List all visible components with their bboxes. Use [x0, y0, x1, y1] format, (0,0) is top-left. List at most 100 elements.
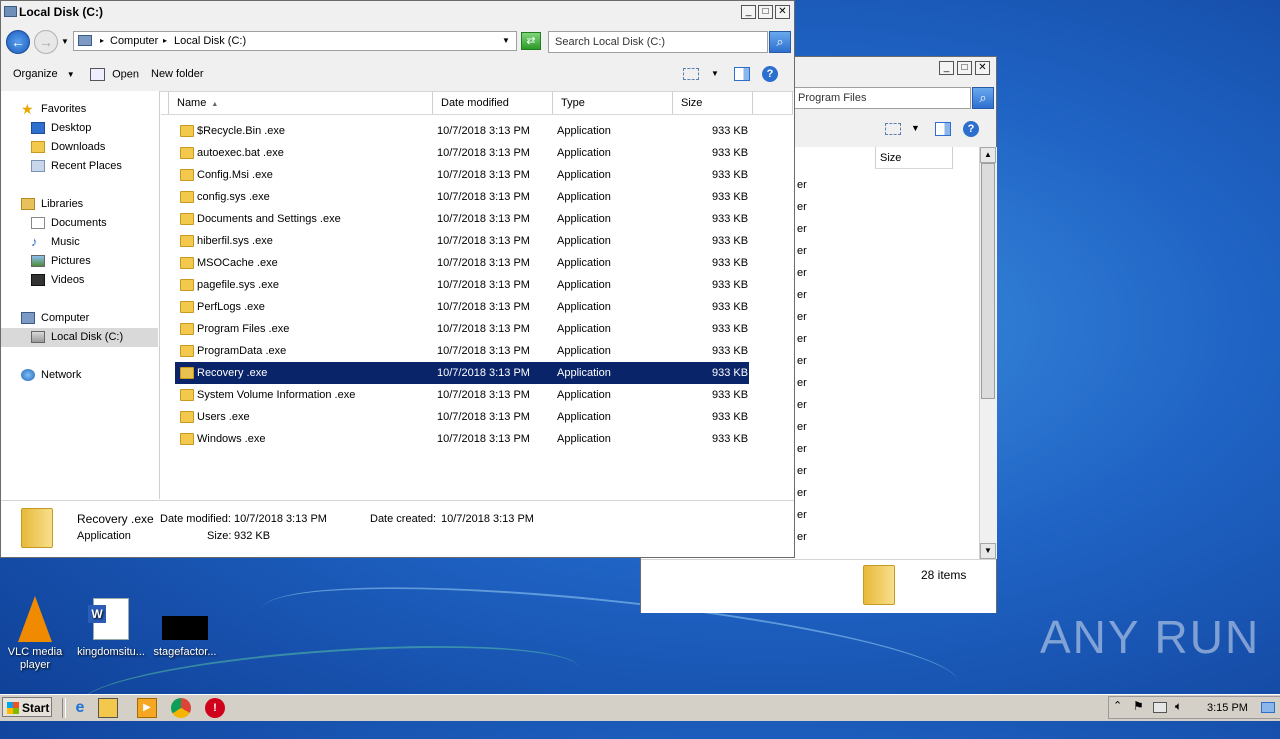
address-field[interactable]: Program Files [791, 87, 971, 109]
table-row[interactable]: Recovery .exe 10/7/2018 3:13 PM Applicatio… [175, 362, 749, 384]
table-row[interactable]: ProgramData .exe 10/7/2018 3:13 PM Applica… [175, 340, 749, 362]
table-row[interactable]: $Recycle.Bin .exe 10/7/2018 3:13 PM Applic… [175, 120, 749, 142]
file-type: Application [557, 191, 611, 203]
column-header-date[interactable]: Date modified [433, 92, 553, 114]
chevron-down-icon[interactable]: ▼ [711, 69, 719, 78]
flag-icon[interactable]: ⚑ [1133, 699, 1144, 713]
nav-downloads[interactable]: Downloads [31, 138, 105, 156]
explorer-window-local-disk[interactable]: Local Disk (C:) _ □ ✕ ← → ▼ ▸ Computer ▸… [0, 0, 795, 558]
views-icon[interactable] [683, 68, 699, 80]
start-button[interactable]: Start [2, 697, 52, 717]
table-row[interactable]: hiberfil.sys .exe 10/7/2018 3:13 PM Applic… [175, 230, 749, 252]
maximize-button[interactable]: □ [758, 5, 773, 19]
column-header-size[interactable]: Size [673, 92, 753, 114]
preview-pane-icon[interactable] [734, 67, 750, 81]
window-titlebar[interactable]: Local Disk (C:) _ □ ✕ [1, 1, 794, 26]
command-bar: Organize ▼ Open New folder ▼ ? [1, 59, 794, 92]
column-header-name[interactable]: Name ▲ [168, 92, 433, 114]
stop-icon[interactable]: ! [205, 698, 225, 718]
partial-row-text: er [797, 531, 807, 543]
nav-computer[interactable]: Computer [21, 309, 89, 327]
help-icon[interactable]: ? [762, 66, 778, 82]
table-row[interactable]: Documents and Settings .exe 10/7/2018 3:1… [175, 208, 749, 230]
nav-documents[interactable]: Documents [31, 214, 107, 232]
minimize-button[interactable]: _ [939, 61, 954, 75]
nav-local-disk[interactable]: Local Disk (C:) [31, 328, 123, 346]
details-created-value: 10/7/2018 3:13 PM [441, 513, 534, 525]
new-folder-button[interactable]: New folder [151, 68, 204, 80]
scroll-down-arrow[interactable]: ▼ [980, 543, 996, 559]
table-row[interactable]: Windows .exe 10/7/2018 3:13 PM Application… [175, 428, 749, 450]
chevron-down-icon[interactable]: ▼ [502, 36, 510, 45]
maximize-button[interactable]: □ [957, 61, 972, 75]
chrome-icon[interactable] [171, 698, 191, 718]
media-player-icon[interactable]: ▶ [137, 698, 157, 718]
folder-icon [863, 565, 895, 605]
nav-recent-places[interactable]: Recent Places [31, 157, 122, 175]
desktop-icon-word-doc[interactable]: W kingdomsitu... [76, 598, 146, 659]
table-row[interactable]: Program Files .exe 10/7/2018 3:13 PM Appli… [175, 318, 749, 340]
organize-menu[interactable]: Organize ▼ [13, 68, 75, 80]
file-size: 933 KB [712, 367, 749, 379]
address-text: Program Files [798, 92, 867, 104]
scroll-up-arrow[interactable]: ▲ [980, 147, 996, 163]
column-header-size[interactable]: Size [875, 147, 953, 169]
history-dropdown-icon[interactable]: ▼ [61, 37, 69, 46]
close-button[interactable]: ✕ [775, 5, 790, 19]
file-date: 10/7/2018 3:13 PM [437, 191, 530, 203]
table-row[interactable]: System Volume Information .exe 10/7/2018 … [175, 384, 749, 406]
file-type: Application [557, 433, 611, 445]
search-icon[interactable]: ⌕ [769, 31, 791, 53]
nav-desktop[interactable]: Desktop [31, 119, 91, 137]
folder-icon [180, 411, 194, 423]
search-icon[interactable]: ⌕ [972, 87, 994, 109]
file-date: 10/7/2018 3:13 PM [437, 257, 530, 269]
volume-icon[interactable]: 🔈︎ [1175, 699, 1182, 714]
forward-button[interactable]: → [34, 30, 58, 54]
table-row[interactable]: pagefile.sys .exe 10/7/2018 3:13 PM Applic… [175, 274, 749, 296]
open-button[interactable]: Open [90, 68, 139, 81]
column-header-type[interactable]: Type [553, 92, 673, 114]
scroll-thumb[interactable] [981, 163, 995, 399]
table-row[interactable]: MSOCache .exe 10/7/2018 3:13 PM Applicatio… [175, 252, 749, 274]
refresh-icon[interactable]: ⇄ [521, 32, 541, 50]
explorer-icon[interactable] [98, 698, 118, 718]
views-icon[interactable] [885, 123, 901, 135]
table-row[interactable]: autoexec.bat .exe 10/7/2018 3:13 PM Applic… [175, 142, 749, 164]
table-row[interactable]: config.sys .exe 10/7/2018 3:13 PM Applicat… [175, 186, 749, 208]
close-button[interactable]: ✕ [975, 61, 990, 75]
vertical-scrollbar[interactable]: ▲ ▼ [979, 147, 997, 559]
word-doc-icon: W [88, 598, 129, 640]
file-date: 10/7/2018 3:13 PM [437, 411, 530, 423]
nav-libraries[interactable]: Libraries [21, 195, 83, 213]
breadcrumb[interactable]: ▸ Computer ▸ Local Disk (C:) ▼ [73, 31, 517, 51]
nav-network[interactable]: Network [21, 366, 81, 384]
table-row[interactable]: PerfLogs .exe 10/7/2018 3:13 PM Applicatio… [175, 296, 749, 318]
nav-pictures[interactable]: Pictures [31, 252, 91, 270]
nav-videos[interactable]: Videos [31, 271, 84, 289]
desktop-icon-stagefactor[interactable]: stagefactor... [150, 600, 220, 659]
folder-icon [180, 389, 194, 401]
help-icon[interactable]: ? [963, 121, 979, 137]
show-desktop-icon[interactable] [1261, 702, 1275, 713]
file-date: 10/7/2018 3:13 PM [437, 235, 530, 247]
chevron-down-icon[interactable]: ▼ [911, 123, 920, 133]
back-button[interactable]: ← [6, 30, 30, 54]
minimize-button[interactable]: _ [741, 5, 756, 19]
desktop-icon-vlc[interactable]: VLC media player [0, 596, 70, 672]
ie-icon[interactable]: e [70, 698, 90, 718]
search-input[interactable]: Search Local Disk (C:) [548, 31, 768, 53]
nav-favorites[interactable]: ★ Favorites [21, 100, 86, 118]
file-name: Users .exe [197, 411, 250, 423]
file-type: Application [557, 213, 611, 225]
nav-music[interactable]: ♪ Music [31, 233, 80, 251]
breadcrumb-computer[interactable]: Computer [110, 35, 158, 47]
table-row[interactable]: Users .exe 10/7/2018 3:13 PM Application 93… [175, 406, 749, 428]
preview-pane-icon[interactable] [935, 122, 951, 136]
table-row[interactable]: Config.Msi .exe 10/7/2018 3:13 PM Applicat… [175, 164, 749, 186]
clock[interactable]: 3:15 PM [1207, 702, 1248, 714]
show-hidden-icons[interactable]: ⌃ [1113, 699, 1122, 712]
item-count: 28 items [921, 568, 967, 582]
breadcrumb-local-disk[interactable]: Local Disk (C:) [174, 35, 246, 47]
network-tray-icon[interactable] [1153, 702, 1167, 713]
